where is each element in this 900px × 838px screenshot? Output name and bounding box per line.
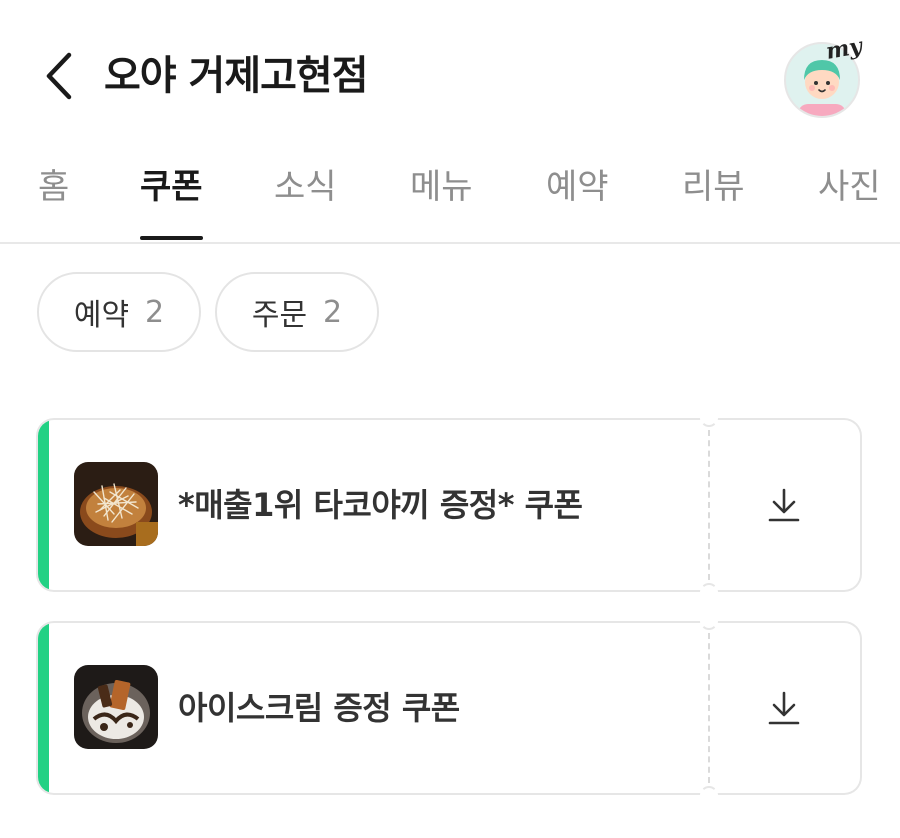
coupon-title: *매출1위 타코야끼 증정* 쿠폰 bbox=[178, 486, 583, 524]
tab-coupon[interactable]: 쿠폰 bbox=[140, 162, 203, 240]
coupon-notch bbox=[700, 409, 718, 427]
chip-label: 주문 bbox=[251, 298, 308, 333]
download-icon bbox=[768, 691, 800, 725]
chip-count: 2 bbox=[145, 294, 165, 330]
store-tab-bar: 홈 쿠폰 소식 메뉴 예약 리뷰 사진 bbox=[0, 150, 900, 244]
download-icon bbox=[768, 488, 800, 522]
coupon-thumbnail-ice-cream bbox=[74, 665, 158, 749]
coupon-download-button[interactable] bbox=[708, 418, 862, 592]
tab-reservation[interactable]: 예약 bbox=[546, 162, 609, 240]
coupon-card: *매출1위 타코야끼 증정* 쿠폰 bbox=[36, 409, 862, 601]
chip-count: 2 bbox=[323, 294, 343, 330]
coupon-notch bbox=[700, 583, 718, 601]
coupon-notch bbox=[700, 612, 718, 630]
filter-chip-order[interactable]: 주문 2 bbox=[215, 272, 379, 352]
app-header: 오야 거제고현점 my bbox=[0, 0, 900, 150]
back-button[interactable] bbox=[34, 48, 82, 104]
coupon-accent-bar bbox=[38, 623, 49, 793]
tab-photo[interactable]: 사진 bbox=[818, 162, 881, 240]
tab-menu[interactable]: 메뉴 bbox=[410, 162, 473, 240]
tab-home[interactable]: 홈 bbox=[38, 162, 69, 240]
my-page-avatar-button[interactable]: my bbox=[782, 33, 864, 118]
coupon-card: 아이스크림 증정 쿠폰 bbox=[36, 612, 862, 804]
coupon-accent-bar bbox=[38, 420, 49, 590]
chip-label: 예약 bbox=[73, 298, 130, 333]
tab-review[interactable]: 리뷰 bbox=[682, 162, 745, 240]
store-title: 오야 거제고현점 bbox=[104, 53, 369, 99]
coupon-download-button[interactable] bbox=[708, 621, 862, 795]
tab-news[interactable]: 소식 bbox=[274, 162, 337, 240]
coupon-perforation bbox=[708, 633, 710, 783]
coupon-body[interactable]: *매출1위 타코야끼 증정* 쿠폰 bbox=[36, 418, 708, 592]
coupon-notch bbox=[700, 786, 718, 804]
coupon-body[interactable]: 아이스크림 증정 쿠폰 bbox=[36, 621, 708, 795]
coupon-perforation bbox=[708, 430, 710, 580]
chevron-left-icon bbox=[46, 52, 72, 100]
coupon-title: 아이스크림 증정 쿠폰 bbox=[178, 689, 460, 727]
filter-chip-reservation[interactable]: 예약 2 bbox=[37, 272, 201, 352]
coupon-thumbnail-takoyaki bbox=[74, 462, 158, 546]
